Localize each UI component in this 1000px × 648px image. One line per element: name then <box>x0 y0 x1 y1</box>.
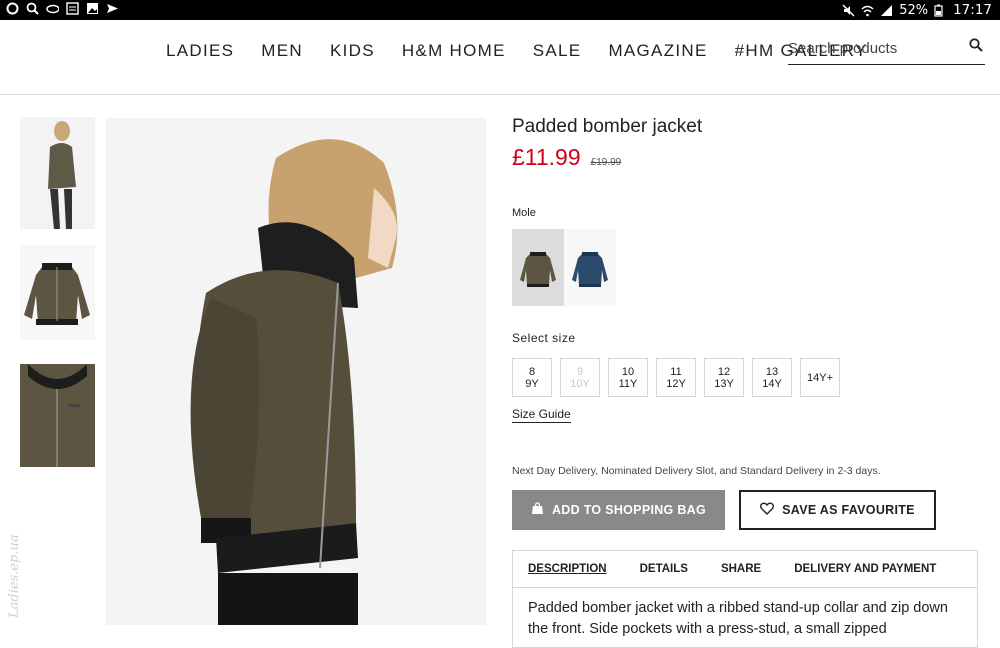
image-icon <box>86 2 99 15</box>
send-icon <box>106 2 119 15</box>
jacket-mole-icon <box>520 251 556 287</box>
size-option-9-10y: 9 10Y <box>560 358 600 397</box>
size-option-10-11y[interactable]: 10 11Y <box>608 358 648 397</box>
tab-share[interactable]: SHARE <box>721 563 761 575</box>
price-row: £11.99 £19.99 <box>512 144 982 171</box>
signal-icon <box>880 4 893 17</box>
size-option-11-12y[interactable]: 11 12Y <box>656 358 696 397</box>
description-text: Padded bomber jacket with a ribbed stand… <box>512 588 978 648</box>
add-to-bag-button[interactable]: ADD TO SHOPPING BAG <box>512 490 725 530</box>
nav-link-hm-home[interactable]: H&M HOME <box>402 41 506 61</box>
product-title: Padded bomber jacket <box>512 116 703 137</box>
thumbnail-model-side[interactable] <box>20 117 95 229</box>
search-icon[interactable] <box>969 38 983 57</box>
main-navigation: LADIES MEN KIDS H&M HOME SALE MAGAZINE #… <box>0 20 1000 95</box>
nav-link-ladies[interactable]: LADIES <box>166 41 234 61</box>
size-bottom: 13Y <box>714 377 734 390</box>
size-option-13-14y[interactable]: 13 14Y <box>752 358 792 397</box>
status-bar: 52% 17:17 <box>0 0 1000 20</box>
heart-icon <box>760 502 775 518</box>
nav-link-kids[interactable]: KIDS <box>330 41 375 61</box>
size-top: 14Y+ <box>807 371 833 384</box>
shopping-bag-icon <box>531 502 544 518</box>
search-input[interactable] <box>788 38 958 59</box>
main-product-image[interactable] <box>106 118 486 625</box>
battery-percent: 52% <box>899 2 929 18</box>
selected-color-label: Mole <box>512 207 536 219</box>
size-top: 10 <box>621 365 635 378</box>
tab-details[interactable]: DETAILS <box>640 563 688 575</box>
size-bottom: 10Y <box>570 377 590 390</box>
thumbnail-gallery <box>20 117 95 483</box>
color-swatches <box>512 229 982 306</box>
tab-description[interactable]: DESCRIPTION <box>528 563 607 575</box>
size-top: 11 <box>670 365 682 378</box>
svg-text:Ladies.ep.ua: Ladies.ep.ua <box>7 534 22 619</box>
size-bottom: 12Y <box>666 377 686 390</box>
cloud-icon <box>46 2 60 15</box>
size-guide-link[interactable]: Size Guide <box>512 407 571 423</box>
mute-icon <box>842 3 855 17</box>
select-size-label: Select size <box>512 331 576 345</box>
thumbnail-jacket-front[interactable] <box>20 245 95 340</box>
color-swatch-mole[interactable] <box>512 229 564 306</box>
size-top: 13 <box>765 365 779 378</box>
size-bottom: 14Y <box>762 377 782 390</box>
watermark-logo: Ladies.ep.ua <box>4 500 24 620</box>
size-option-8-9y[interactable]: 8 9Y <box>512 358 552 397</box>
save-favourite-button[interactable]: SAVE AS FAVOURITE <box>739 490 936 530</box>
search-box <box>788 34 985 65</box>
nav-link-magazine[interactable]: MAGAZINE <box>608 41 707 61</box>
info-tabs: DESCRIPTION DETAILS SHARE DELIVERY AND P… <box>512 550 978 588</box>
color-swatch-dark-blue[interactable] <box>564 229 616 306</box>
size-top: 9 <box>576 365 584 378</box>
nav-links: LADIES MEN KIDS H&M HOME SALE MAGAZINE #… <box>166 41 895 61</box>
clock: 17:17 <box>953 2 992 18</box>
action-buttons: ADD TO SHOPPING BAG SAVE AS FAVOURITE <box>512 490 982 530</box>
size-bottom: 11Y <box>618 377 638 390</box>
size-option-14y-plus[interactable]: 14Y+ <box>800 358 840 397</box>
thumbnail-jacket-detail[interactable] <box>20 364 95 467</box>
opera-icon <box>6 2 19 15</box>
add-to-bag-label: ADD TO SHOPPING BAG <box>551 503 707 517</box>
news-icon <box>66 2 79 15</box>
size-top: 8 <box>528 365 536 378</box>
product-info-panel: Padded bomber jacket £11.99 £19.99 Mole … <box>512 116 982 648</box>
original-price: £19.99 <box>590 157 622 168</box>
nav-link-sale[interactable]: SALE <box>533 41 582 61</box>
size-option-12-13y[interactable]: 12 13Y <box>704 358 744 397</box>
tab-delivery-payment[interactable]: DELIVERY AND PAYMENT <box>794 563 936 575</box>
nav-link-men[interactable]: MEN <box>261 41 303 61</box>
search-icon <box>26 2 39 15</box>
delivery-info: Next Day Delivery, Nominated Delivery Sl… <box>512 465 881 477</box>
size-selector: 8 9Y 9 10Y 10 11Y 11 12Y 12 13Y 13 14Y 14Y+ <box>512 358 982 397</box>
sale-price: £11.99 <box>512 144 581 170</box>
jacket-navy-icon <box>572 251 608 287</box>
size-top: 12 <box>717 365 731 378</box>
battery-icon <box>934 4 947 17</box>
wifi-icon <box>861 4 874 17</box>
size-bottom: 9Y <box>525 377 539 390</box>
save-favourite-label: SAVE AS FAVOURITE <box>782 503 915 517</box>
